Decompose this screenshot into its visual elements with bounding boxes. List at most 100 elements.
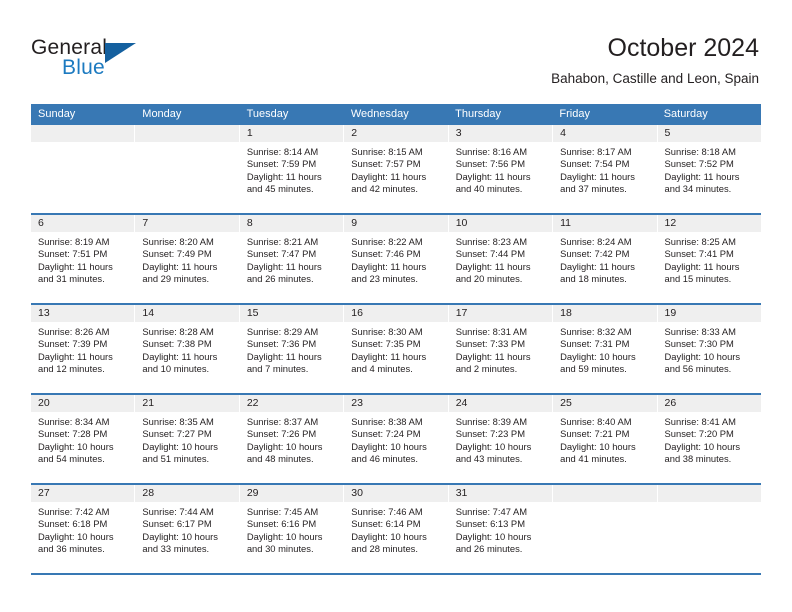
daylight-text: Daylight: 10 hours and 36 minutes. [38,530,114,555]
sunrise-text: Sunrise: 8:23 AM [455,236,528,247]
sunset-text: Sunset: 7:27 PM [142,428,212,440]
calendar-day-cell[interactable]: 3 Sunrise: 8:16 AM Sunset: 7:56 PM Daylight… [448,125,554,213]
calendar-day-cell[interactable]: 4 Sunrise: 8:17 AM Sunset: 7:54 PM Daylight… [553,125,658,213]
sunset-text: Sunset: 6:16 PM [246,518,317,530]
sunset-text: Sunset: 7:21 PM [560,428,630,440]
sunrise-text: Sunrise: 8:24 AM [560,236,632,247]
daylight-text: Daylight: 10 hours and 46 minutes. [351,440,427,465]
weekday-header-row: Sunday Monday Tuesday Wednesday Thursday… [31,104,761,125]
daylight-text: Daylight: 11 hours and 42 minutes. [351,170,427,195]
calendar-day-cell[interactable]: 30 Sunrise: 7:46 AM Sunset: 6:14 PM Dayligh… [344,485,449,573]
sunrise-text: Sunrise: 8:16 AM [455,146,528,157]
day-number: 17 [448,305,553,322]
calendar-grid: Sunday Monday Tuesday Wednesday Thursday… [31,104,761,575]
calendar-day-cell[interactable]: 21 Sunrise: 8:35 AM Sunset: 7:27 PM Dayligh… [135,395,240,483]
day-details: Sunrise: 8:37 AM Sunset: 7:26 PM Daylight:… [240,412,343,469]
day-number: 6 [31,215,135,232]
day-details: Sunrise: 8:21 AM Sunset: 7:47 PM Daylight:… [240,232,343,289]
sunset-text: Sunset: 7:30 PM [664,338,734,350]
calendar-day-cell[interactable]: 14 Sunrise: 8:28 AM Sunset: 7:38 PM Dayligh… [135,305,240,393]
day-details: Sunrise: 8:24 AM Sunset: 7:42 PM Daylight:… [553,232,656,289]
sunset-text: Sunset: 7:41 PM [664,248,734,260]
day-number: 12 [657,215,761,232]
sunset-text: Sunset: 6:18 PM [38,518,108,530]
day-details: Sunrise: 8:29 AM Sunset: 7:36 PM Daylight:… [240,322,343,379]
day-details: Sunrise: 8:28 AM Sunset: 7:38 PM Daylight:… [135,322,238,379]
day-number: 29 [239,485,344,502]
day-number: 20 [31,395,135,412]
sunset-text: Sunset: 6:17 PM [142,518,212,530]
calendar-page: General Blue October 2024 Bahabon, Casti… [0,0,792,612]
sunset-text: Sunset: 7:46 PM [351,248,421,260]
calendar-day-cell[interactable]: 25 Sunrise: 8:40 AM Sunset: 7:21 PM Dayligh… [553,395,658,483]
day-details: Sunrise: 8:23 AM Sunset: 7:44 PM Daylight:… [449,232,552,289]
sunrise-text: Sunrise: 8:34 AM [38,416,110,427]
calendar-day-cell[interactable]: 26 Sunrise: 8:41 AM Sunset: 7:20 PM Dayligh… [657,395,761,483]
day-number: 16 [344,305,448,322]
calendar-day-cell[interactable]: 2 Sunrise: 8:15 AM Sunset: 7:57 PM Daylight… [344,125,449,213]
calendar-day-cell-empty [135,125,240,213]
day-details: Sunrise: 7:46 AM Sunset: 6:14 PM Daylight:… [344,502,447,559]
calendar-day-cell[interactable]: 1 Sunrise: 8:14 AM Sunset: 7:59 PM Daylight… [239,125,345,213]
calendar-day-cell[interactable]: 16 Sunrise: 8:30 AM Sunset: 7:35 PM Dayligh… [344,305,449,393]
calendar-day-cell[interactable]: 17 Sunrise: 8:31 AM Sunset: 7:33 PM Dayligh… [448,305,554,393]
calendar-day-cell[interactable]: 6 Sunrise: 8:19 AM Sunset: 7:51 PM Daylight… [31,215,136,303]
calendar-day-cell[interactable]: 12 Sunrise: 8:25 AM Sunset: 7:41 PM Dayligh… [657,215,761,303]
sunrise-text: Sunrise: 8:19 AM [38,236,110,247]
title-block: October 2024 Bahabon, Castille and Leon,… [551,33,759,88]
sunrise-text: Sunrise: 8:37 AM [246,416,319,427]
calendar-day-cell[interactable]: 19 Sunrise: 8:33 AM Sunset: 7:30 PM Dayligh… [657,305,761,393]
calendar-day-cell[interactable]: 11 Sunrise: 8:24 AM Sunset: 7:42 PM Dayligh… [553,215,658,303]
day-number: 4 [553,125,657,142]
calendar-day-cell[interactable]: 9 Sunrise: 8:22 AM Sunset: 7:46 PM Daylight… [344,215,449,303]
calendar-day-cell[interactable]: 8 Sunrise: 8:21 AM Sunset: 7:47 PM Daylight… [239,215,345,303]
sunrise-text: Sunrise: 8:35 AM [142,416,214,427]
calendar-day-cell[interactable]: 23 Sunrise: 8:38 AM Sunset: 7:24 PM Dayligh… [344,395,449,483]
page-header: General Blue October 2024 Bahabon, Casti… [0,0,792,96]
calendar-day-cell[interactable]: 20 Sunrise: 8:34 AM Sunset: 7:28 PM Dayligh… [31,395,136,483]
sunset-text: Sunset: 6:13 PM [455,518,525,530]
weekday-header-saturday: Saturday [663,108,708,120]
calendar-day-cell-empty [31,125,136,213]
sunrise-text: Sunrise: 8:40 AM [560,416,632,427]
day-details: Sunrise: 8:41 AM Sunset: 7:20 PM Daylight:… [658,412,761,469]
general-blue-logo[interactable]: General Blue [31,36,231,88]
calendar-day-cell[interactable]: 18 Sunrise: 8:32 AM Sunset: 7:31 PM Dayligh… [553,305,658,393]
daylight-text: Daylight: 10 hours and 54 minutes. [38,440,114,465]
calendar-day-cell[interactable]: 24 Sunrise: 8:39 AM Sunset: 7:23 PM Dayligh… [448,395,554,483]
day-details: Sunrise: 8:14 AM Sunset: 7:59 PM Daylight:… [240,142,343,199]
calendar-day-cell[interactable]: 28 Sunrise: 7:44 AM Sunset: 6:17 PM Dayligh… [135,485,240,573]
daylight-text: Daylight: 11 hours and 20 minutes. [455,260,531,285]
daylight-text: Daylight: 10 hours and 43 minutes. [455,440,532,465]
day-number: 23 [344,395,448,412]
sunrise-text: Sunrise: 8:22 AM [351,236,423,247]
calendar-day-cell[interactable]: 7 Sunrise: 8:20 AM Sunset: 7:49 PM Daylight… [135,215,240,303]
calendar-day-cell[interactable]: 27 Sunrise: 7:42 AM Sunset: 6:18 PM Dayligh… [31,485,136,573]
calendar-day-cell[interactable]: 29 Sunrise: 7:45 AM Sunset: 6:16 PM Dayligh… [239,485,345,573]
sunrise-text: Sunrise: 7:46 AM [351,506,423,517]
day-number [553,485,657,502]
weekday-header-thursday: Thursday [455,108,501,120]
sunset-text: Sunset: 7:20 PM [664,428,734,440]
day-number: 25 [553,395,657,412]
sunrise-text: Sunrise: 8:21 AM [246,236,319,247]
day-number: 7 [135,215,239,232]
day-details: Sunrise: 8:25 AM Sunset: 7:41 PM Daylight:… [658,232,761,289]
sunset-text: Sunset: 7:31 PM [560,338,630,350]
daylight-text: Daylight: 10 hours and 30 minutes. [246,530,323,555]
daylight-text: Daylight: 10 hours and 41 minutes. [560,440,636,465]
calendar-day-cell[interactable]: 13 Sunrise: 8:26 AM Sunset: 7:39 PM Dayligh… [31,305,136,393]
day-number: 21 [135,395,239,412]
sunrise-text: Sunrise: 7:42 AM [38,506,110,517]
calendar-day-cell[interactable]: 5 Sunrise: 8:18 AM Sunset: 7:52 PM Daylight… [657,125,761,213]
sunset-text: Sunset: 7:57 PM [351,158,421,170]
calendar-day-cell[interactable]: 31 Sunrise: 7:47 AM Sunset: 6:13 PM Dayligh… [448,485,554,573]
logo-text-blue: Blue [62,56,105,79]
calendar-week-row: 20 Sunrise: 8:34 AM Sunset: 7:28 PM Dayligh… [31,395,761,485]
day-details: Sunrise: 8:39 AM Sunset: 7:23 PM Daylight:… [449,412,552,469]
calendar-day-cell[interactable]: 22 Sunrise: 8:37 AM Sunset: 7:26 PM Dayligh… [239,395,345,483]
day-details: Sunrise: 8:26 AM Sunset: 7:39 PM Daylight:… [31,322,134,379]
calendar-day-cell[interactable]: 10 Sunrise: 8:23 AM Sunset: 7:44 PM Dayligh… [448,215,554,303]
calendar-day-cell[interactable]: 15 Sunrise: 8:29 AM Sunset: 7:36 PM Dayligh… [239,305,345,393]
sunrise-text: Sunrise: 8:33 AM [664,326,736,337]
